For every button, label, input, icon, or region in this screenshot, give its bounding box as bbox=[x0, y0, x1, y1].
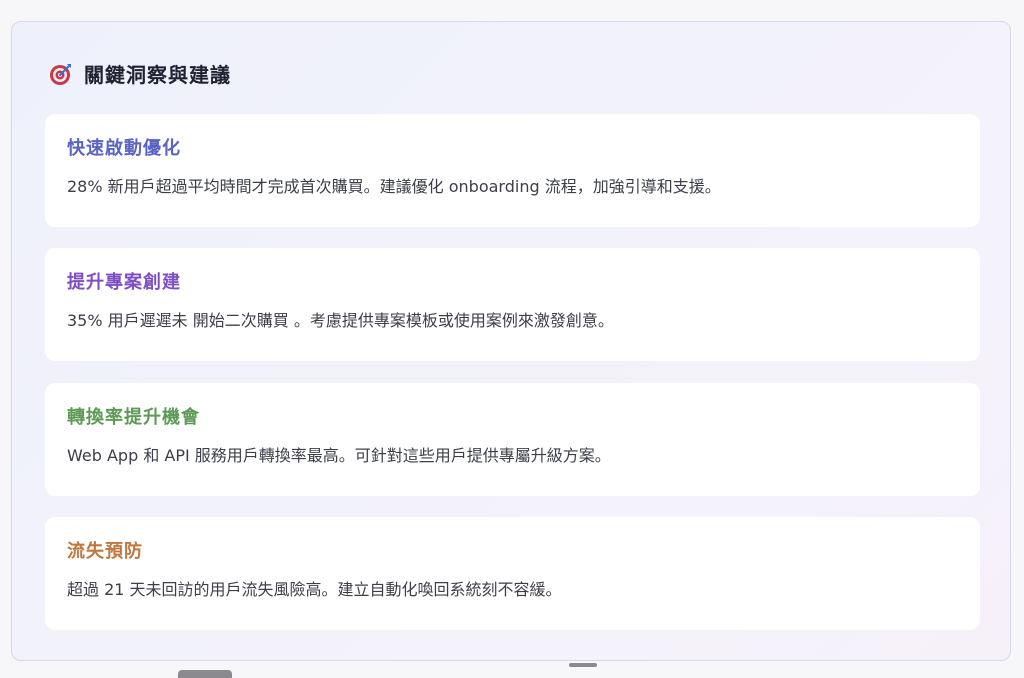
insight-card-description: 35% 用戶遲遲未 開始二次購買 。考慮提供專案模板或使用案例來激發創意。 bbox=[67, 311, 614, 330]
panel-header: 關鍵洞察與建議 bbox=[48, 59, 231, 88]
insight-card-title: 快速啟動優化 bbox=[67, 138, 181, 159]
insight-card-description: 超過 21 天未回訪的用戶流失風險高。建立自動化喚回系統刻不容緩。 bbox=[67, 580, 562, 599]
insight-card-title: 轉換率提升機會 bbox=[67, 407, 200, 428]
target-icon bbox=[50, 63, 71, 85]
insight-card-title: 提升專案創建 bbox=[67, 272, 181, 293]
insight-card-description: 28% 新用戶超過平均時間才完成首次購買。建議優化 onboarding 流程，… bbox=[67, 177, 721, 196]
insight-card-conversion: 轉換率提升機會 Web App 和 API 服務用戶轉換率最高。可針對這些用戶提… bbox=[45, 383, 980, 496]
horizontal-scroll-handle[interactable] bbox=[178, 670, 232, 678]
panel-title: 關鍵洞察與建議 bbox=[84, 63, 231, 87]
insights-panel: 關鍵洞察與建議 快速啟動優化 28% 新用戶超過平均時間才完成首次購買。建議優化… bbox=[11, 21, 1011, 661]
insight-card-description: Web App 和 API 服務用戶轉換率最高。可針對這些用戶提供專屬升級方案。 bbox=[67, 446, 611, 465]
insight-card-quick-start: 快速啟動優化 28% 新用戶超過平均時間才完成首次購買。建議優化 onboard… bbox=[45, 114, 980, 227]
insight-card-project-creation: 提升專案創建 35% 用戶遲遲未 開始二次購買 。考慮提供專案模板或使用案例來激… bbox=[45, 248, 980, 361]
insight-card-title: 流失預防 bbox=[67, 541, 143, 562]
drag-handle[interactable] bbox=[569, 663, 597, 667]
insight-card-churn-prevention: 流失預防 超過 21 天未回訪的用戶流失風險高。建立自動化喚回系統刻不容緩。 bbox=[45, 517, 980, 630]
